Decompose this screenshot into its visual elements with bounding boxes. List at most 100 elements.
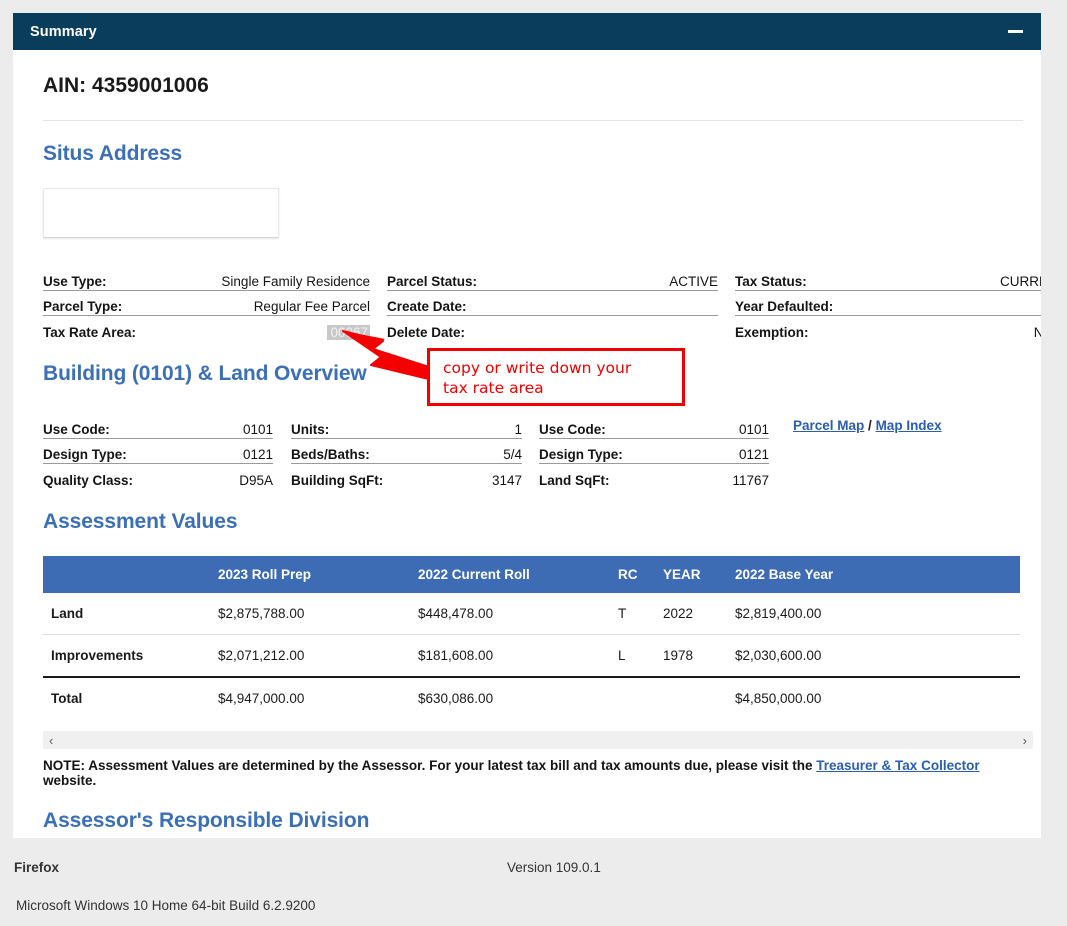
map-links: Parcel Map / Map Index (793, 418, 993, 433)
parcel-details-grid: Use Type: Single Family Residence Parcel… (43, 238, 1023, 341)
table-horizontal-scrollbar[interactable]: ‹ › (43, 731, 1033, 749)
scroll-right-icon[interactable]: › (1023, 734, 1027, 747)
annotation-line-1: copy or write down your (443, 359, 682, 379)
detail-key: Use Code: (43, 422, 110, 437)
detail-key: Use Type: (43, 274, 107, 289)
annotation-callout: copy or write down your tax rate area (427, 348, 685, 406)
ain-label: AIN: 4359001006 (31, 50, 1023, 120)
detail-key: Use Code: (539, 422, 606, 437)
building-column-2: Units: 1 Beds/Baths: 5/4 Building SqFt: … (291, 414, 522, 489)
detail-value: 0101 (229, 422, 273, 437)
detail-line: Tax Rate Area: 00067 (43, 316, 370, 341)
summary-panel: Summary AIN: 4359001006 Situs Address Us… (13, 13, 1041, 838)
responsible-division-heading: Assessor's Responsible Division (31, 788, 1023, 833)
detail-key: Building SqFt: (291, 473, 383, 488)
cell-2023-roll-prep: $4,947,000.00 (218, 677, 418, 719)
detail-line: Quality Class: D95A (43, 464, 273, 489)
table-body: Land $2,875,788.00 $448,478.00 T 2022 $2… (43, 593, 1020, 719)
detail-value: 0121 (725, 447, 769, 462)
column-header-2022-base-year: 2022 Base Year (735, 556, 1020, 593)
assessment-note: NOTE: Assessment Values are determined b… (43, 758, 1023, 788)
cell-rc: L (618, 635, 663, 678)
detail-line: Parcel Status: ACTIVE (387, 266, 718, 291)
cell-2023-roll-prep: $2,875,788.00 (218, 593, 418, 635)
detail-value: D95A (225, 473, 273, 488)
parcel-details-column-3: Tax Status: CURRENT Year Defaulted: Exem… (735, 266, 1041, 341)
minimize-icon[interactable] (1008, 30, 1023, 33)
detail-key: Beds/Baths: (291, 447, 370, 462)
row-label: Improvements (43, 635, 218, 678)
table-row: Improvements $2,071,212.00 $181,608.00 L… (43, 635, 1020, 678)
detail-key: Create Date: (387, 299, 467, 314)
tax-rate-area-value[interactable]: 00067 (327, 325, 370, 340)
detail-line: Year Defaulted: (735, 291, 1041, 316)
detail-key: Quality Class: (43, 473, 133, 488)
cell-2022-base-year: $4,850,000.00 (735, 677, 1020, 719)
detail-key: Design Type: (539, 447, 623, 462)
treasurer-tax-collector-link[interactable]: Treasurer & Tax Collector (816, 758, 979, 773)
scroll-left-icon[interactable]: ‹ (49, 734, 53, 747)
row-label: Land (43, 593, 218, 635)
detail-key: Tax Status: (735, 274, 807, 289)
detail-value: 11767 (718, 473, 769, 488)
browser-name: Firefox (14, 860, 59, 875)
panel-body: AIN: 4359001006 Situs Address Use Type: … (13, 50, 1041, 838)
detail-value: CURRENT (986, 274, 1041, 289)
annotation-text: copy or write down your tax rate area (430, 351, 682, 399)
detail-line: Create Date: (387, 291, 718, 316)
cell-year: 1978 (663, 635, 735, 678)
detail-line: Design Type: 0121 (43, 439, 273, 464)
detail-line: Use Code: 0101 (43, 414, 273, 439)
detail-line: Tax Status: CURRENT (735, 266, 1041, 291)
detail-key: Land SqFt: (539, 473, 610, 488)
column-header-2023-roll-prep: 2023 Roll Prep (218, 556, 418, 593)
detail-line: Beds/Baths: 5/4 (291, 439, 522, 464)
detail-line: Exemption: None (735, 316, 1041, 341)
column-header-rc: RC (618, 556, 663, 593)
detail-value: None (1020, 325, 1041, 340)
detail-key: Parcel Status: (387, 274, 477, 289)
detail-key: Year Defaulted: (735, 299, 833, 314)
note-text-after: website. (43, 773, 96, 788)
column-header-label (43, 556, 218, 593)
detail-value: Single Family Residence (207, 274, 370, 289)
detail-line: Delete Date: (387, 316, 718, 341)
note-text-before: NOTE: Assessment Values are determined b… (43, 758, 816, 773)
assessment-values-table: 2023 Roll Prep 2022 Current Roll RC YEAR… (43, 556, 1020, 719)
map-links-column: Parcel Map / Map Index (793, 414, 993, 489)
parcel-map-link[interactable]: Parcel Map (793, 418, 864, 433)
cell-rc (618, 677, 663, 719)
detail-value: Regular Fee Parcel (240, 299, 370, 314)
detail-value: 5/4 (489, 447, 522, 462)
situs-address-heading: Situs Address (31, 121, 1023, 166)
cell-rc: T (618, 593, 663, 635)
cell-year: 2022 (663, 593, 735, 635)
cell-2022-current-roll: $448,478.00 (418, 593, 618, 635)
parcel-details-column-1: Use Type: Single Family Residence Parcel… (43, 266, 370, 341)
parcel-details-column-2: Parcel Status: ACTIVE Create Date: Delet… (387, 266, 718, 341)
cell-2022-base-year: $2,819,400.00 (735, 593, 1020, 635)
detail-key: Parcel Type: (43, 299, 122, 314)
system-info-footer: Firefox Version 109.0.1 Microsoft Window… (0, 838, 1067, 926)
detail-line: Units: 1 (291, 414, 522, 439)
detail-value: 0101 (725, 422, 769, 437)
map-index-link[interactable]: Map Index (876, 418, 942, 433)
assessment-table-wrapper: 2023 Roll Prep 2022 Current Roll RC YEAR… (43, 556, 1023, 719)
detail-value: 1 (500, 422, 522, 437)
column-header-2022-current-roll: 2022 Current Roll (418, 556, 618, 593)
column-header-year: YEAR (663, 556, 735, 593)
detail-line: Design Type: 0121 (539, 439, 769, 464)
cell-2022-base-year: $2,030,600.00 (735, 635, 1020, 678)
row-label: Total (43, 677, 218, 719)
detail-value: ACTIVE (655, 274, 718, 289)
detail-value: 0121 (229, 447, 273, 462)
assessment-values-heading: Assessment Values (31, 489, 1023, 534)
detail-line: Building SqFt: 3147 (291, 464, 522, 489)
building-column-1: Use Code: 0101 Design Type: 0121 Quality… (43, 414, 273, 489)
cell-2023-roll-prep: $2,071,212.00 (218, 635, 418, 678)
table-header-row: 2023 Roll Prep 2022 Current Roll RC YEAR… (43, 556, 1020, 593)
detail-key: Tax Rate Area: (43, 325, 136, 340)
detail-key: Design Type: (43, 447, 127, 462)
situs-address-box (43, 188, 279, 238)
detail-key: Exemption: (735, 325, 809, 340)
